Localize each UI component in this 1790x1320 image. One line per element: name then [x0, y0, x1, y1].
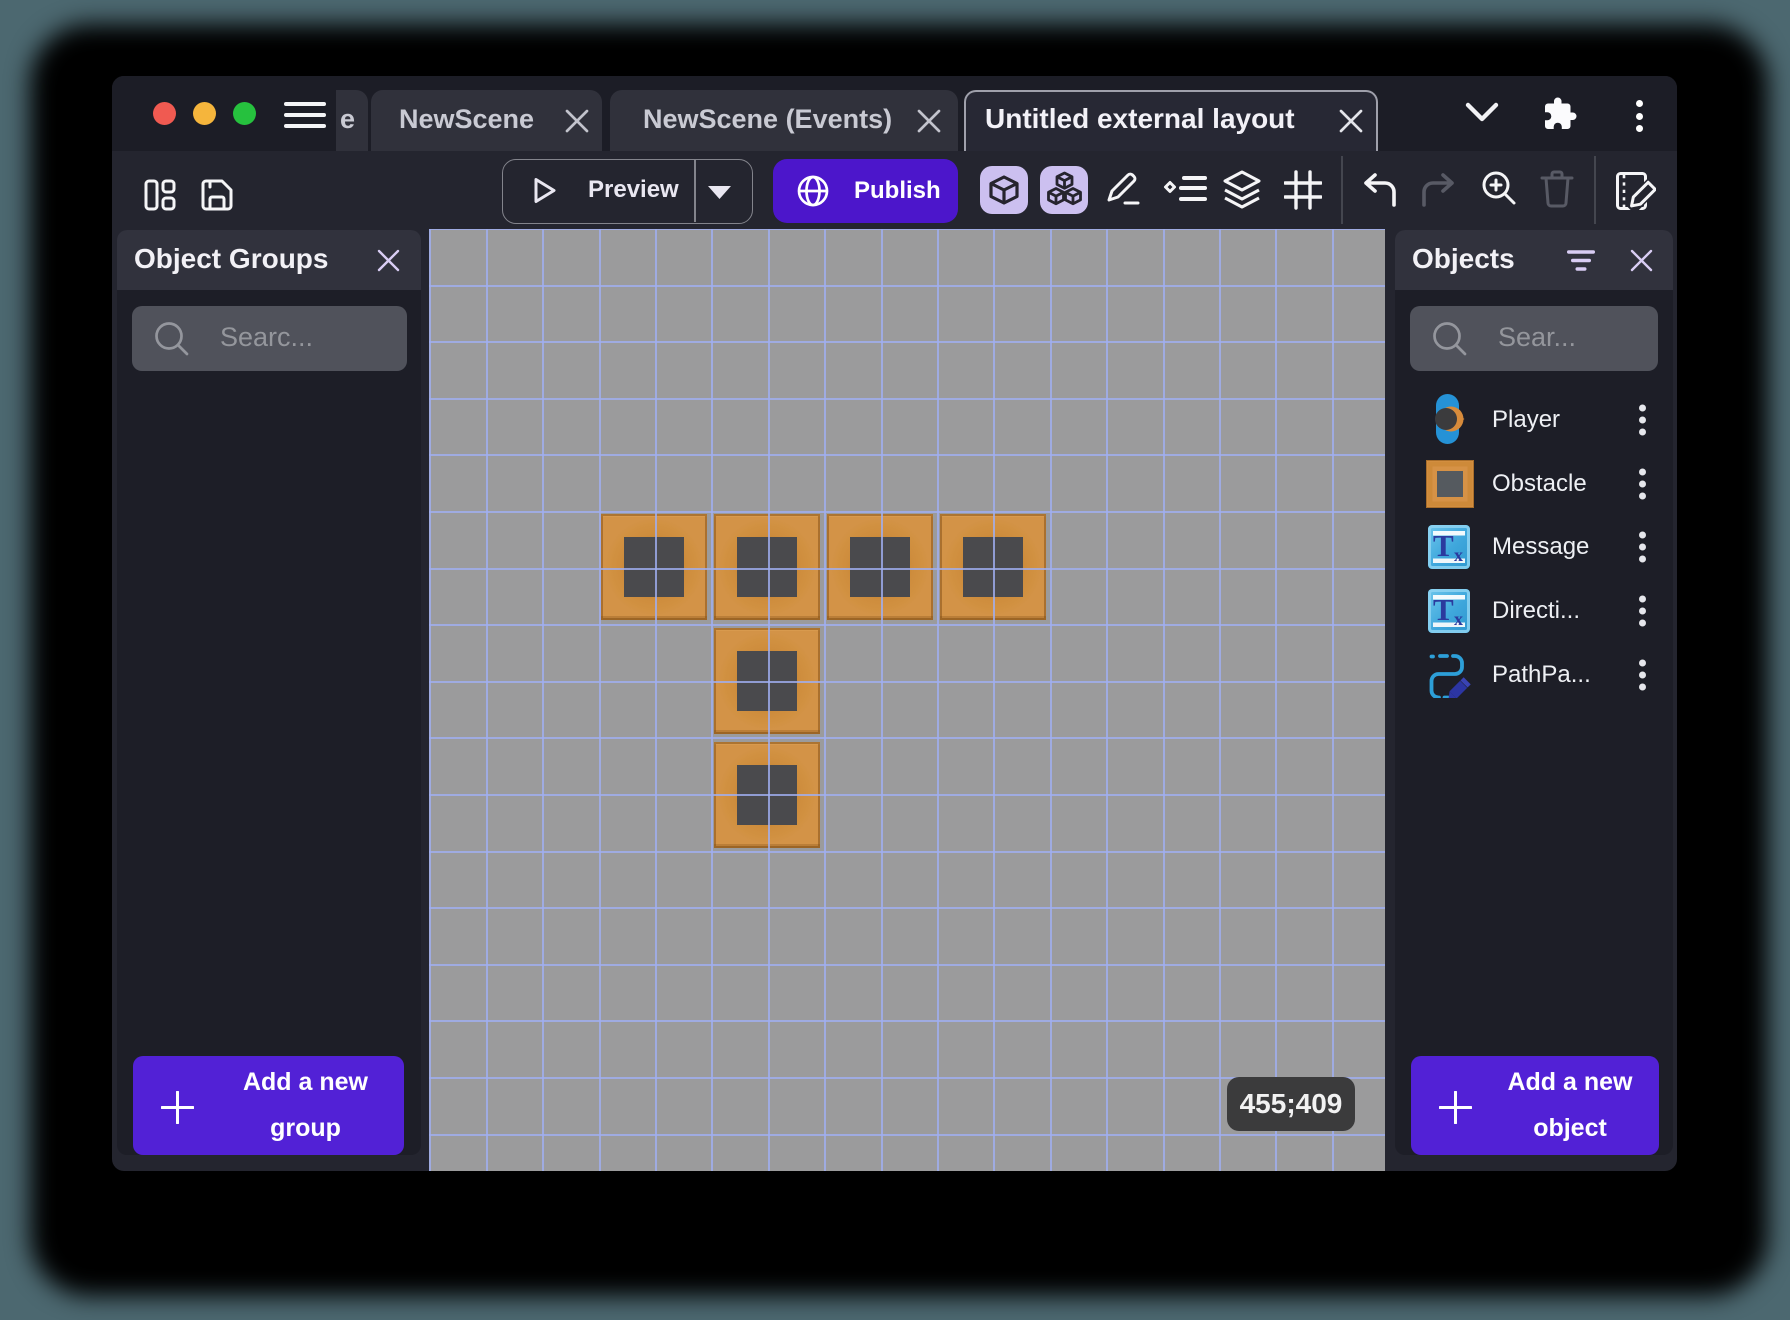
svg-text:x: x [1454, 545, 1463, 565]
svg-text:x: x [1454, 609, 1463, 629]
svg-text:T: T [1433, 528, 1454, 563]
svg-text:T: T [1433, 592, 1454, 627]
